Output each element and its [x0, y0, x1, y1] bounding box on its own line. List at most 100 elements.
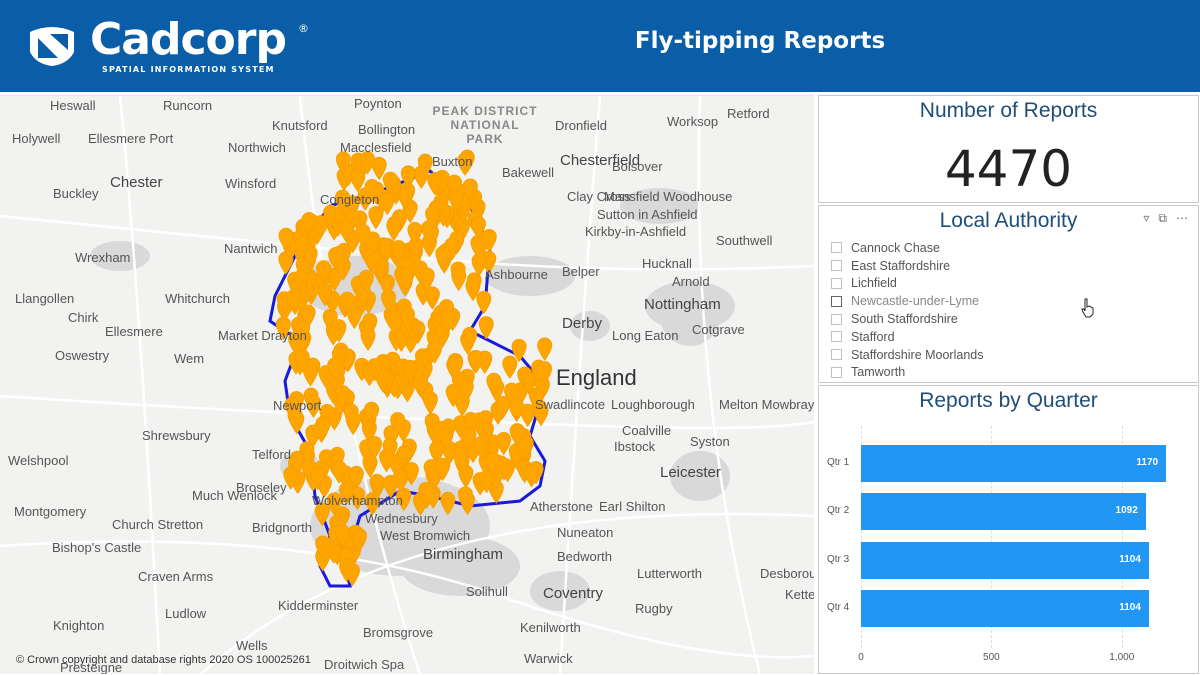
- logo-registered-mark: ®: [298, 22, 309, 35]
- place-label: Coventry: [543, 585, 604, 602]
- place-label: Lutterworth: [637, 566, 703, 581]
- kpi-card[interactable]: Number of Reports 4470: [818, 95, 1199, 203]
- place-label: Bakewell: [502, 165, 555, 180]
- report-marker-icon[interactable]: [537, 337, 553, 361]
- bar-value-label: 1092: [1115, 505, 1138, 516]
- report-marker-icon[interactable]: [413, 165, 429, 189]
- header-bar: Cadcorp ® SPATIAL INFORMATION SYSTEM Fly…: [0, 0, 1200, 92]
- place-label: Nantwich: [224, 241, 278, 256]
- cadcorp-logo: Cadcorp ® SPATIAL INFORMATION SYSTEM: [28, 14, 318, 80]
- slicer-item-label: Cannock Chase: [851, 240, 940, 255]
- bar-value-label: 1104: [1119, 554, 1141, 565]
- slicer-item[interactable]: South Staffordshire: [831, 310, 983, 328]
- place-label: Northwich: [228, 140, 286, 155]
- place-label: England: [556, 365, 637, 390]
- local-authority-slicer[interactable]: ▿ ⧉ ⋯ Local Authority Cannock Chase East …: [818, 205, 1199, 383]
- report-marker-icon[interactable]: [345, 411, 361, 436]
- slicer-item[interactable]: Cannock Chase: [831, 239, 983, 257]
- slicer-item[interactable]: Stafford: [831, 328, 983, 346]
- slicer-item-label: Lichfield: [851, 276, 897, 291]
- report-marker-icon[interactable]: [360, 327, 376, 352]
- place-label: Macclesfield: [340, 140, 412, 155]
- bar[interactable]: 1104: [861, 590, 1149, 627]
- place-label: Loughborough: [611, 397, 695, 412]
- place-label: Congleton: [320, 192, 380, 207]
- place-label: Cotgrave: [692, 322, 745, 337]
- place-label: Kirkby-in-Ashfield: [585, 224, 687, 239]
- checkbox[interactable]: [831, 331, 842, 343]
- place-label: Buxton: [432, 154, 473, 169]
- checkbox[interactable]: [831, 366, 842, 378]
- category-label: Qtr 4: [827, 602, 850, 613]
- place-label: Swadlincote: [535, 397, 606, 412]
- place-label: Broseley: [236, 480, 287, 495]
- place-label: Wells: [236, 638, 268, 653]
- checkbox[interactable]: [831, 277, 842, 289]
- place-label: Leicester: [660, 464, 721, 481]
- slicer-title: Local Authority: [939, 209, 1078, 232]
- report-marker-icon[interactable]: [424, 286, 440, 310]
- map-copyright: © Crown copyright and database rights 20…: [16, 654, 311, 666]
- place-label: Desborough: [760, 566, 814, 581]
- slicer-item[interactable]: Lichfield: [831, 275, 983, 293]
- report-marker-icon[interactable]: [386, 217, 402, 242]
- kpi-value: 4470: [944, 140, 1073, 198]
- place-label: Welshpool: [8, 453, 69, 468]
- place-label: Arnold: [672, 274, 710, 289]
- place-label: Knighton: [53, 618, 105, 633]
- hand-cursor-icon: [1081, 298, 1094, 318]
- cadcorp-logo-icon: [30, 27, 74, 66]
- report-marker-icon[interactable]: [468, 350, 484, 374]
- checkbox[interactable]: [831, 349, 842, 361]
- slicer-item[interactable]: Newcastle-under-Lyme: [831, 292, 983, 310]
- place-label: Nottingham: [644, 296, 721, 313]
- report-marker-icon[interactable]: [368, 205, 384, 230]
- place-label: Bishop's Castle: [52, 540, 142, 555]
- bar[interactable]: 1104: [861, 542, 1149, 579]
- report-marker-icon[interactable]: [471, 253, 487, 277]
- reports-by-quarter-chart[interactable]: Reports by Quarter 0 500 1,000 Qtr 1 1170 Qtr…: [818, 385, 1199, 674]
- place-label: Wednesbury: [365, 511, 438, 526]
- report-marker-icon[interactable]: [458, 464, 474, 489]
- checkbox[interactable]: [831, 313, 842, 325]
- place-label: Shrewsbury: [142, 428, 211, 443]
- place-label: Syston: [690, 434, 730, 449]
- place-label: Long Eaton: [612, 328, 679, 343]
- place-label: Dronfield: [555, 118, 608, 133]
- checkbox[interactable]: [831, 295, 842, 307]
- place-label: Ellesmere: [105, 324, 163, 339]
- place-label: Whitchurch: [165, 291, 231, 306]
- place-label: Earl Shilton: [599, 499, 666, 514]
- slicer-item[interactable]: Staffordshire Moorlands: [831, 346, 983, 364]
- checkbox[interactable]: [831, 260, 842, 272]
- place-label: Hucknall: [642, 256, 692, 271]
- slicer-item[interactable]: East Staffordshire: [831, 257, 983, 275]
- bar[interactable]: 1170: [861, 445, 1167, 482]
- report-marker-icon[interactable]: [422, 391, 438, 415]
- slicer-item-label: South Staffordshire: [851, 312, 958, 327]
- place-label: Ashbourne: [485, 267, 548, 282]
- place-label: West Bromwich: [380, 528, 471, 543]
- place-label: Wrexham: [75, 250, 131, 265]
- place-label: Winsford: [225, 176, 277, 191]
- place-label: Oswestry: [55, 348, 110, 363]
- category-label: Qtr 3: [827, 554, 850, 565]
- place-label: Warwick: [524, 651, 573, 666]
- report-marker-icon[interactable]: [496, 431, 512, 456]
- x-tick-label: 0: [858, 652, 864, 663]
- slicer-item[interactable]: Tamworth: [831, 364, 983, 382]
- bar-value-label: 1104: [1119, 602, 1141, 613]
- place-label: Ellesmere Port: [88, 131, 174, 146]
- report-marker-icon[interactable]: [502, 355, 518, 379]
- report-marker-icon[interactable]: [476, 290, 492, 315]
- report-marker-icon[interactable]: [509, 398, 525, 423]
- category-label: Qtr 1: [827, 457, 850, 468]
- checkbox[interactable]: [831, 242, 842, 254]
- place-label: Bolsover: [612, 159, 663, 174]
- bar[interactable]: 1092: [861, 493, 1146, 530]
- slicer-list: Cannock Chase East Staffordshire Lichfield…: [831, 239, 983, 381]
- report-marker-icon[interactable]: [451, 267, 467, 292]
- report-marker-icon[interactable]: [361, 362, 377, 387]
- place-label: Bedworth: [557, 549, 612, 564]
- map-view[interactable]: Heswall Runcorn Poynton Knutsford Bollington…: [0, 95, 814, 674]
